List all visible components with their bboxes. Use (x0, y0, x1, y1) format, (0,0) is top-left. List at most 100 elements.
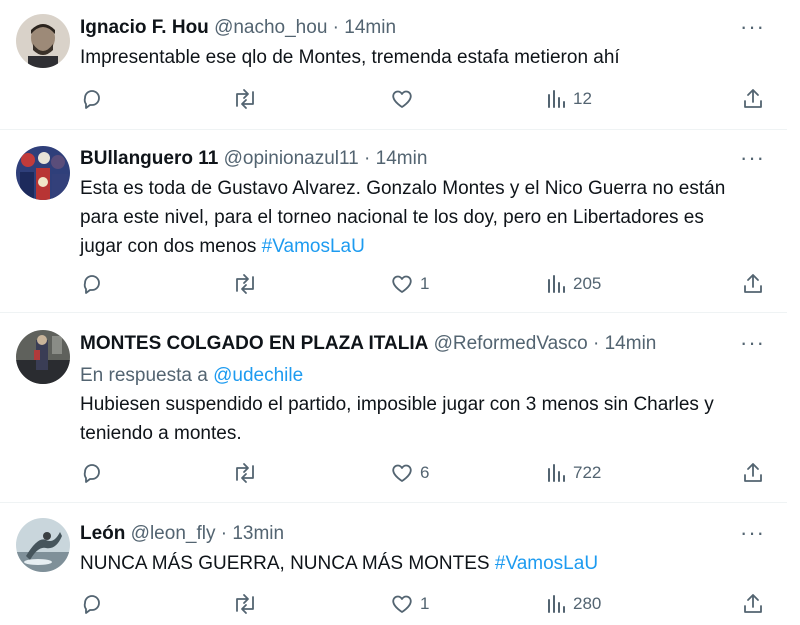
views-button[interactable]: 205 (545, 269, 601, 299)
separator: · (332, 17, 339, 38)
like-icon (392, 275, 412, 293)
share-icon (744, 89, 762, 108)
views-button[interactable]: 722 (545, 458, 601, 488)
like-icon (392, 595, 412, 613)
tweet-text: Hubiesen suspendido el partido, imposibl… (80, 390, 770, 448)
views-icon (548, 464, 565, 482)
like-count: 1 (420, 274, 430, 293)
share-button[interactable] (741, 269, 765, 299)
action-bar: 12 (0, 84, 787, 114)
share-button[interactable] (741, 589, 765, 619)
tweet-text-line: Esta es toda de Gustavo Alvarez. Gonzalo… (80, 178, 726, 199)
retweet-icon (236, 89, 254, 109)
separator: · (220, 523, 228, 544)
reply-icon (83, 90, 100, 109)
views-icon (548, 595, 565, 613)
reply-icon (83, 275, 100, 294)
tweet-text-segment: NUNCA MÁS GUERRA, NUNCA MÁS MONTES (80, 553, 495, 574)
views-count: 722 (573, 463, 602, 482)
tweet-text: NUNCA MÁS GUERRA, NUNCA MÁS MONTES #Vamo… (80, 549, 770, 578)
tweet-header: BUllanguero 11 @opinionazul11 · 14min (80, 148, 427, 170)
tweet-text: Esta es toda de Gustavo Alvarez. Gonzalo… (80, 174, 770, 261)
action-bar: 1 280 (0, 589, 787, 619)
reply-button[interactable] (80, 458, 104, 488)
hashtag-link[interactable]: #VamosLaU (262, 236, 365, 257)
views-count: 205 (573, 274, 602, 293)
more-icon[interactable]: ··· (740, 330, 765, 356)
tweet[interactable]: León @leon_fly · 13min ··· NUNCA MÁS GUE… (0, 502, 787, 625)
tweet-text-line: NUNCA MÁS GUERRA, NUNCA MÁS MONTES #Vamo… (80, 549, 770, 578)
share-icon (744, 274, 762, 293)
reply-context: En respuesta a @udechile (80, 365, 303, 387)
share-icon (744, 463, 762, 482)
share-button[interactable] (741, 84, 765, 114)
avatar[interactable] (16, 14, 70, 68)
more-icon[interactable]: ··· (740, 145, 765, 171)
timestamp[interactable]: 14min (376, 148, 428, 169)
like-icon (392, 90, 412, 108)
reply-button[interactable] (80, 269, 104, 299)
action-bar: 6 722 (0, 458, 787, 488)
retweet-icon (236, 594, 254, 614)
author-name[interactable]: MONTES COLGADO EN PLAZA ITALIA (80, 333, 428, 354)
tweet-text-line: para este nivel, para el torneo nacional… (80, 207, 704, 228)
retweet-icon (236, 274, 254, 294)
more-icon[interactable]: ··· (740, 14, 765, 40)
tweet-header: MONTES COLGADO EN PLAZA ITALIA @Reformed… (80, 333, 656, 355)
retweet-button[interactable] (232, 84, 258, 114)
reply-to-handle[interactable]: @udechile (213, 365, 303, 386)
author-name[interactable]: BUllanguero 11 (80, 148, 218, 169)
timestamp[interactable]: 14min (605, 333, 657, 354)
views-icon (548, 275, 565, 293)
avatar[interactable] (16, 330, 70, 384)
tweet-text-line: Impresentable ese qlo de Montes, tremend… (80, 47, 620, 68)
share-icon (744, 594, 762, 613)
author-handle[interactable]: @leon_fly (131, 523, 216, 544)
share-button[interactable] (741, 458, 765, 488)
author-handle[interactable]: @opinionazul11 (224, 148, 359, 169)
like-button[interactable]: 6 (390, 458, 429, 488)
tweet[interactable]: Ignacio F. Hou @nacho_hou · 14min ··· Im… (0, 0, 787, 130)
tweet[interactable]: BUllanguero 11 @opinionazul11 · 14min ··… (0, 129, 787, 313)
author-handle[interactable]: @ReformedVasco (434, 333, 588, 354)
reply-button[interactable] (80, 84, 104, 114)
like-button[interactable] (390, 84, 420, 114)
tweet-text-line: Hubiesen suspendido el partido, imposibl… (80, 394, 714, 415)
timestamp[interactable]: 14min (344, 17, 396, 38)
retweet-button[interactable] (232, 458, 258, 488)
like-button[interactable]: 1 (390, 589, 429, 619)
tweet-text-line: jugar con dos menos #VamosLaU (80, 232, 770, 261)
retweet-icon (236, 463, 254, 483)
tweet-text: Impresentable ese qlo de Montes, tremend… (80, 43, 770, 72)
like-count: 6 (420, 463, 430, 482)
avatar[interactable] (16, 518, 70, 572)
views-count: 12 (573, 89, 592, 108)
reply-button[interactable] (80, 589, 104, 619)
views-count: 280 (573, 594, 602, 613)
action-bar: 1 205 (0, 269, 787, 299)
views-button[interactable]: 280 (545, 589, 601, 619)
more-icon[interactable]: ··· (740, 520, 765, 546)
reply-icon (83, 595, 100, 614)
timestamp[interactable]: 13min (232, 523, 284, 544)
like-count: 1 (420, 594, 430, 613)
like-icon (392, 464, 412, 482)
views-icon (548, 90, 565, 108)
separator: · (364, 148, 371, 169)
tweet-text-line: teniendo a montes. (80, 423, 242, 444)
views-button[interactable]: 12 (545, 84, 592, 114)
tweet[interactable]: MONTES COLGADO EN PLAZA ITALIA @Reformed… (0, 312, 787, 503)
tweet-text-segment: jugar con dos menos (80, 236, 262, 257)
retweet-button[interactable] (232, 589, 258, 619)
reply-icon (83, 464, 100, 483)
author-name[interactable]: Ignacio F. Hou (80, 17, 209, 38)
hashtag-link[interactable]: #VamosLaU (495, 553, 598, 574)
tweet-header: León @leon_fly · 13min (80, 523, 284, 545)
separator: · (593, 333, 600, 354)
retweet-button[interactable] (232, 269, 258, 299)
avatar[interactable] (16, 146, 70, 200)
author-name[interactable]: León (80, 523, 125, 544)
author-handle[interactable]: @nacho_hou (214, 17, 327, 38)
like-button[interactable]: 1 (390, 269, 429, 299)
tweet-header: Ignacio F. Hou @nacho_hou · 14min (80, 17, 396, 39)
